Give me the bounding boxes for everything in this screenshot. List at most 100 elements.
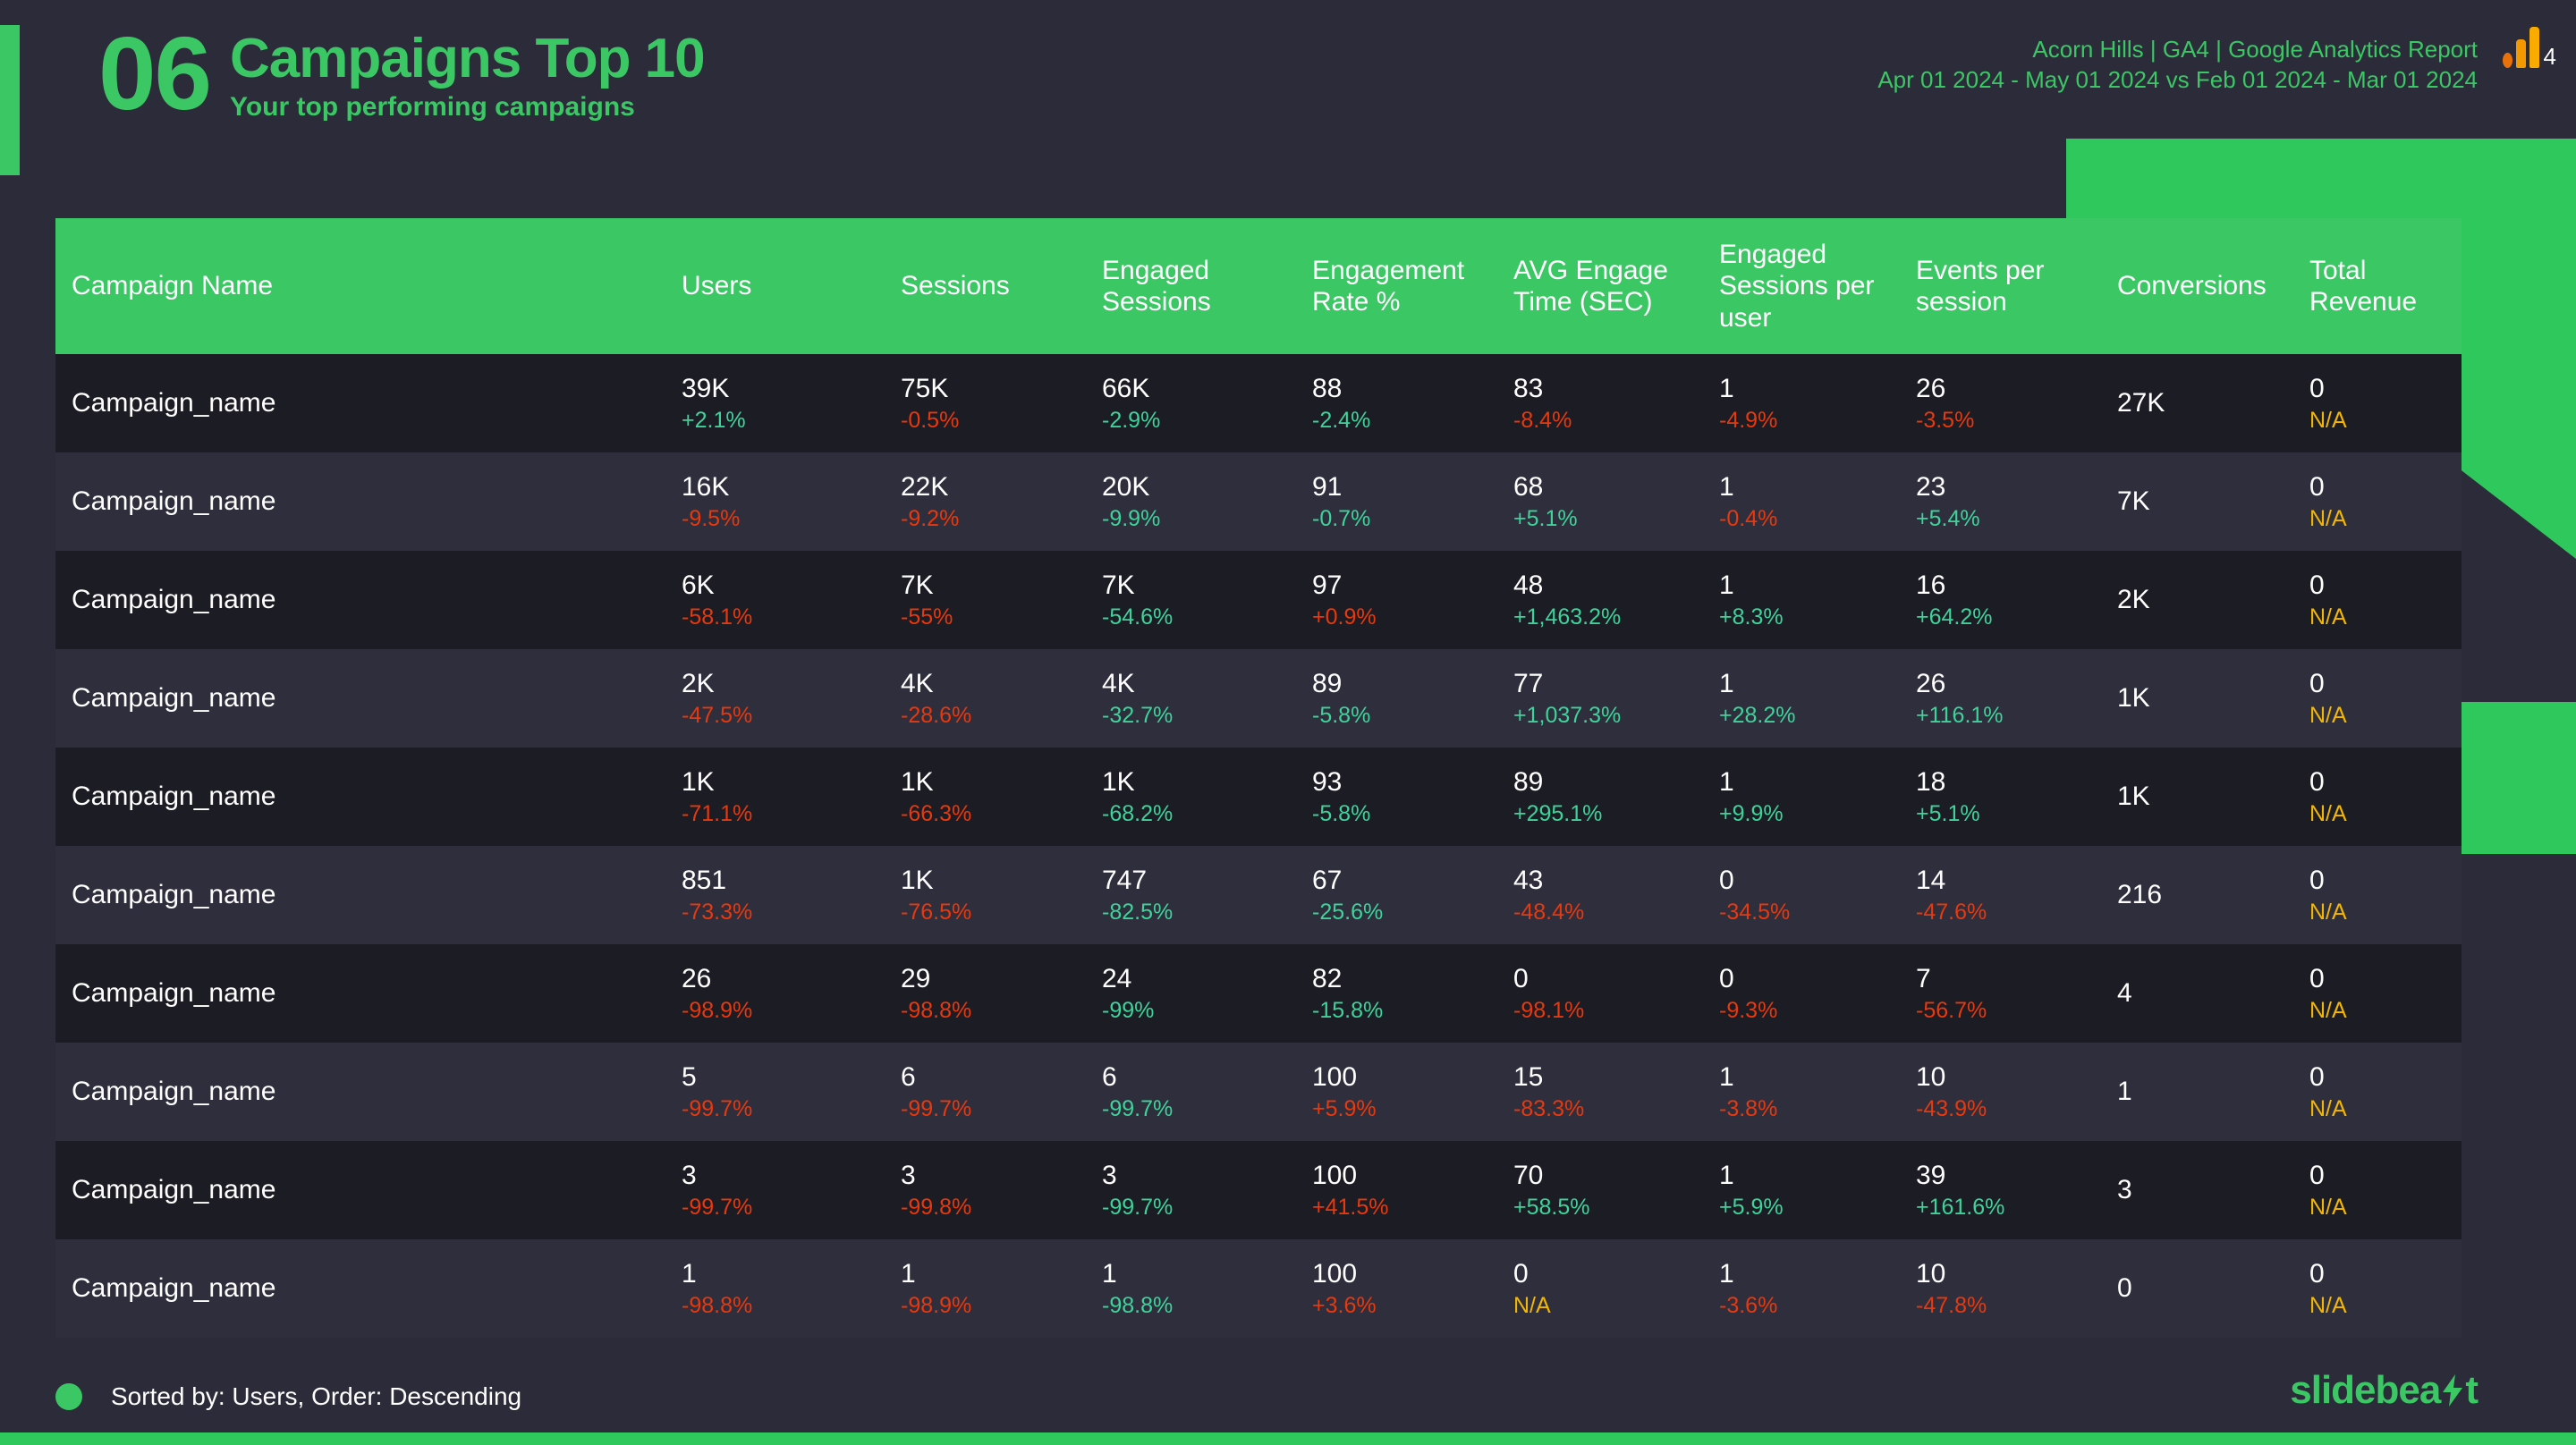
metric-value: 1K	[2117, 683, 2150, 714]
col-header-campaign-name[interactable]: Campaign Name	[55, 218, 682, 354]
cell-metric: 43 -48.4%	[1513, 846, 1719, 944]
cell-metric: 75K -0.5%	[901, 354, 1102, 452]
ga4-bar-medium	[2515, 39, 2526, 68]
metric-value: 1	[2117, 1077, 2132, 1107]
metric-value: 43	[1513, 866, 1544, 896]
table-row[interactable]: Campaign_name 1K -71.1% 1K -66.3% 1K -68.2% 93-…	[55, 748, 2462, 846]
metric-value: 89	[1312, 669, 1343, 699]
metric-value: 7K	[1102, 570, 1135, 601]
table-row[interactable]: Campaign_name 2K -47.5% 4K -28.6% 4K -32.7% 89 -…	[55, 649, 2462, 748]
metric-value: 1K	[682, 767, 715, 798]
cell-metric: 1	[2117, 1043, 2309, 1141]
col-header-events-per-session[interactable]: Events per session	[1916, 218, 2117, 354]
metric-delta: +5.9%	[1312, 1095, 1377, 1121]
report-account-line: Acorn Hills | GA4 | Google Analytics Rep…	[2032, 36, 2478, 63]
table-row[interactable]: Campaign_name 16K -9.5% 22K -9.2% 20K -9.9% 91-…	[55, 452, 2462, 551]
metric-value: 16	[1916, 570, 1946, 601]
cell-metric: 1K -76.5%	[901, 846, 1102, 944]
metric-delta: +64.2%	[1916, 604, 1993, 630]
report-date-range: Apr 01 2024 - May 01 2024 vs Feb 01 2024…	[1877, 66, 2478, 94]
cell-metric: 4K -32.7%	[1102, 649, 1312, 748]
metric-delta: -98.9%	[682, 997, 753, 1023]
metric-value: 4K	[1102, 669, 1135, 699]
metric-value: 1K	[2117, 782, 2150, 812]
cell-metric: 1 +28.2%	[1719, 649, 1916, 748]
cell-metric: 0 N/A	[2309, 354, 2462, 452]
brand-text-part1: slidebea	[2290, 1368, 2441, 1412]
cell-metric: 15 -83.3%	[1513, 1043, 1719, 1141]
cell-metric: 4K -28.6%	[901, 649, 1102, 748]
metric-delta: -9.9%	[1102, 505, 1161, 531]
metric-value: 1	[1719, 472, 1734, 503]
table-row[interactable]: Campaign_name 6K -58.1% 7K -55% 7K -54.6% 97 +0.…	[55, 551, 2462, 649]
metric-value: 1	[682, 1259, 697, 1289]
metric-delta: -99%	[1102, 997, 1155, 1023]
metric-value: 0	[2309, 570, 2325, 601]
cell-metric: 83 -8.4%	[1513, 354, 1719, 452]
metric-delta: N/A	[2309, 407, 2347, 433]
metric-value: 6	[1102, 1062, 1117, 1093]
cell-metric: 1 +8.3%	[1719, 551, 1916, 649]
col-header-total-revenue[interactable]: Total Revenue	[2309, 218, 2462, 354]
cell-metric: 66K -2.9%	[1102, 354, 1312, 452]
metric-value: 1	[901, 1259, 916, 1289]
col-header-conversions[interactable]: Conversions	[2117, 218, 2309, 354]
col-header-engagement-rate[interactable]: Engagement Rate %	[1312, 218, 1513, 354]
metric-value: 1	[1719, 767, 1734, 798]
table-row[interactable]: Campaign_name 26 -98.9% 29 -98.8% 24 -99% 82 -15…	[55, 944, 2462, 1043]
cell-metric: 88 -2.4%	[1312, 354, 1513, 452]
cell-metric: 4	[2117, 944, 2309, 1043]
metric-value: 0	[2309, 767, 2325, 798]
metric-value: 68	[1513, 472, 1544, 503]
metric-delta: -43.9%	[1916, 1095, 1987, 1121]
table-row[interactable]: Campaign_name 851 -73.3% 1K -76.5% 747 -82.5% 6…	[55, 846, 2462, 944]
slide-header: 06 Campaigns Top 10 Your top performing …	[0, 0, 2576, 170]
cell-metric: 1K -71.1%	[682, 748, 901, 846]
metric-value: 20K	[1102, 472, 1150, 503]
col-header-users[interactable]: Users	[682, 218, 901, 354]
metric-delta: -76.5%	[901, 899, 972, 925]
cell-metric: 26 -3.5%	[1916, 354, 2117, 452]
metric-value: 0	[2309, 472, 2325, 503]
cell-metric: 1 +9.9%	[1719, 748, 1916, 846]
metric-delta: -47.6%	[1916, 899, 1987, 925]
metric-value: 23	[1916, 472, 1946, 503]
ga4-bar-small	[2502, 53, 2512, 68]
metric-delta: +5.4%	[1916, 505, 1980, 531]
metric-delta: N/A	[2309, 800, 2347, 826]
metric-delta: -4.9%	[1719, 407, 1778, 433]
cell-metric: 0 -34.5%	[1719, 846, 1916, 944]
cell-metric: 100 +3.6%	[1312, 1239, 1513, 1338]
cell-metric: 100 +41.5%	[1312, 1141, 1513, 1239]
cell-metric: 67 -25.6%	[1312, 846, 1513, 944]
metric-value: 0	[2309, 669, 2325, 699]
cell-metric: 0 N/A	[1513, 1239, 1719, 1338]
metric-value: 747	[1102, 866, 1148, 896]
cell-campaign-name: Campaign_name	[72, 880, 276, 910]
lightning-bolt-icon	[2443, 1374, 2463, 1407]
table-row[interactable]: Campaign_name 3 -99.7% 3 -99.8% 3 -99.7% 100 +41…	[55, 1141, 2462, 1239]
campaigns-table-wrapper: Campaign Name Users Sessions Engaged Ses…	[55, 218, 2462, 1338]
metric-value: 5	[682, 1062, 697, 1093]
brand-text-part2: t	[2465, 1368, 2479, 1412]
metric-value: 3	[682, 1161, 697, 1191]
metric-delta: -2.9%	[1102, 407, 1161, 433]
col-header-engaged-sessions-per-user[interactable]: Engaged Sessions per user	[1719, 218, 1916, 354]
table-row[interactable]: Campaign_name 5 -99.7% 6 -99.7% 6 -99.7% 100 +5.…	[55, 1043, 2462, 1141]
metric-delta: -55%	[901, 604, 953, 630]
table-body: Campaign_name 39K +2.1% 75K -0.5% 66K -2.9% 88-…	[55, 354, 2462, 1338]
metric-delta: +9.9%	[1719, 800, 1784, 826]
cell-metric: 0 N/A	[2309, 944, 2462, 1043]
table-row[interactable]: Campaign_name 1 -98.8% 1 -98.9% 1 -98.8% 100 +3.…	[55, 1239, 2462, 1338]
table-row[interactable]: Campaign_name 39K +2.1% 75K -0.5% 66K -2.9% 88 -…	[55, 354, 2462, 452]
metric-value: 1	[1102, 1259, 1117, 1289]
metric-value: 3	[1102, 1161, 1117, 1191]
metric-value: 100	[1312, 1259, 1358, 1289]
metric-value: 0	[2309, 1062, 2325, 1093]
col-header-avg-engage-time[interactable]: AVG Engage Time (SEC)	[1513, 218, 1719, 354]
metric-value: 91	[1312, 472, 1343, 503]
cell-metric: 6 -99.7%	[1102, 1043, 1312, 1141]
metric-value: 216	[2117, 880, 2163, 910]
col-header-sessions[interactable]: Sessions	[901, 218, 1102, 354]
col-header-engaged-sessions[interactable]: Engaged Sessions	[1102, 218, 1312, 354]
